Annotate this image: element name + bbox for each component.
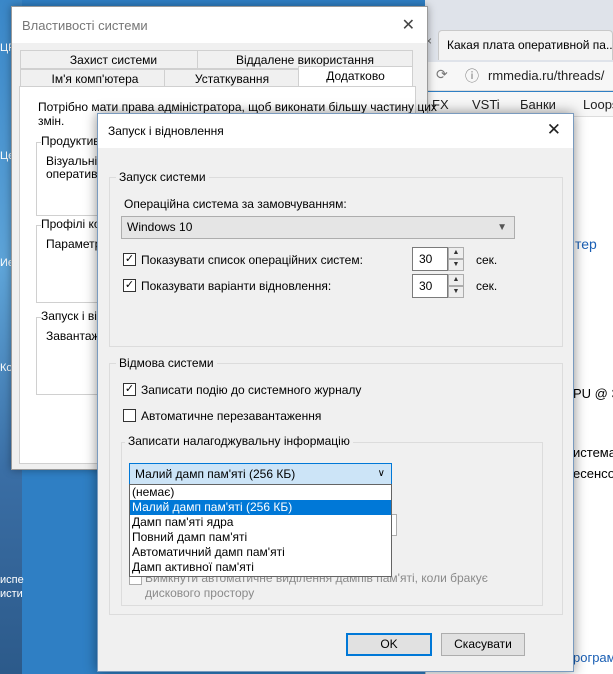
browser-tab[interactable]: Какая плата оперативной па... xyxy=(438,30,613,60)
admin-note: Потрібно мати права адміністратора, щоб … xyxy=(38,100,437,114)
show-recovery-checkbox[interactable]: ✓ xyxy=(123,279,136,292)
startup-label: Запуск і ві, xyxy=(41,309,101,323)
cancel-button[interactable]: Скасувати xyxy=(441,633,525,656)
debug-info-dropdown-list: (немає) Малий дамп пам'яті (256 КБ) Дамп… xyxy=(129,484,392,577)
show-recovery-label: Показувати варіанти відновлення: xyxy=(141,279,332,293)
dropdown-option[interactable]: Дамп пам'яті ядра xyxy=(130,515,391,530)
dropdown-option[interactable]: Дамп активної пам'яті xyxy=(130,560,391,575)
seconds-unit: сек. xyxy=(476,253,498,267)
show-os-list-label: Показувати список операційних систем: xyxy=(141,253,363,267)
ok-button[interactable]: OK xyxy=(346,633,432,656)
spin-up-icon[interactable]: ▲ xyxy=(448,274,464,286)
bookmark-item[interactable]: Loops xyxy=(583,97,613,112)
auto-restart-label: Автоматичне перезавантаження xyxy=(141,409,322,423)
seconds-input[interactable]: 30 xyxy=(412,247,448,271)
disable-auto-label: дискового простору xyxy=(145,586,255,600)
write-event-label: Записати подію до системного журналу xyxy=(141,383,362,397)
default-os-label: Операційна система за замовчуванням: xyxy=(124,197,347,211)
debug-info-selected-value: Малий дамп пам'яті (256 КБ) xyxy=(135,467,296,481)
system-failure-label: Відмова системи xyxy=(116,356,217,370)
chevron-down-icon: ▼ xyxy=(497,222,507,233)
dialog-title: Запуск і відновлення xyxy=(108,124,224,138)
default-os-value: Windows 10 xyxy=(127,220,193,234)
page-text: есенсор xyxy=(573,466,613,481)
page-text: истема н xyxy=(573,445,613,460)
dropdown-option[interactable]: Автоматичний дамп пам'яті xyxy=(130,545,391,560)
profiles-label: Профілі ко xyxy=(41,217,101,231)
dropdown-option[interactable]: Повний дамп пам'яті xyxy=(130,530,391,545)
performance-label: Продуктив xyxy=(41,134,100,148)
show-recovery-spinner[interactable]: 30 ▲ ▼ xyxy=(412,274,464,298)
debug-info-label: Записати налагоджувальну інформацію xyxy=(125,434,353,448)
close-icon[interactable]: ✕ xyxy=(547,120,561,140)
spin-down-icon[interactable]: ▼ xyxy=(448,286,464,298)
seconds-unit: сек. xyxy=(476,279,498,293)
seconds-input[interactable]: 30 xyxy=(412,274,448,298)
auto-restart-checkbox[interactable] xyxy=(123,409,136,422)
site-info-icon[interactable]: ⓘ xyxy=(465,66,479,86)
startup-recovery-dialog: Запуск і відновлення ✕ Запуск системи Оп… xyxy=(97,113,574,672)
page-text: PU @ 3.2 xyxy=(573,386,613,401)
system-startup-label: Запуск системи xyxy=(116,170,209,184)
spin-down-icon[interactable]: ▼ xyxy=(448,259,464,271)
desktop-icon-label[interactable]: исти xyxy=(0,588,23,600)
page-text[interactable]: тер xyxy=(575,236,597,252)
bookmark-item[interactable]: VSTi xyxy=(472,97,500,112)
title-bar: Властивості системи ✕ xyxy=(12,7,427,43)
show-os-list-checkbox[interactable]: ✓ xyxy=(123,253,136,266)
dropdown-option[interactable]: (немає) xyxy=(130,485,391,500)
desktop-icon-label[interactable]: испе xyxy=(0,574,24,586)
tab-system-protection[interactable]: Захист системи xyxy=(20,50,207,69)
admin-note: змін. xyxy=(38,114,65,128)
write-event-checkbox[interactable]: ✓ xyxy=(123,383,136,396)
nav-arrow-icon[interactable]: ⟳ xyxy=(436,66,448,83)
close-icon[interactable]: ✕ xyxy=(402,15,415,35)
dropdown-option[interactable]: Малий дамп пам'яті (256 КБ) xyxy=(130,500,391,515)
title-bar: Запуск і відновлення ✕ xyxy=(98,114,573,148)
show-os-list-spinner[interactable]: 30 ▲ ▼ xyxy=(412,247,464,271)
bookmark-item[interactable]: Банки xyxy=(520,97,556,112)
chevron-down-icon: ∨ xyxy=(377,468,385,479)
default-os-select[interactable]: Windows 10 ▼ xyxy=(121,216,515,239)
spin-up-icon[interactable]: ▲ xyxy=(448,247,464,259)
debug-info-select[interactable]: Малий дамп пам'яті (256 КБ) ∨ xyxy=(129,463,392,485)
window-title: Властивості системи xyxy=(22,18,148,33)
page-link[interactable]: рограм xyxy=(573,650,613,665)
address-input[interactable]: rmmedia.ru/threads/ xyxy=(488,68,604,83)
